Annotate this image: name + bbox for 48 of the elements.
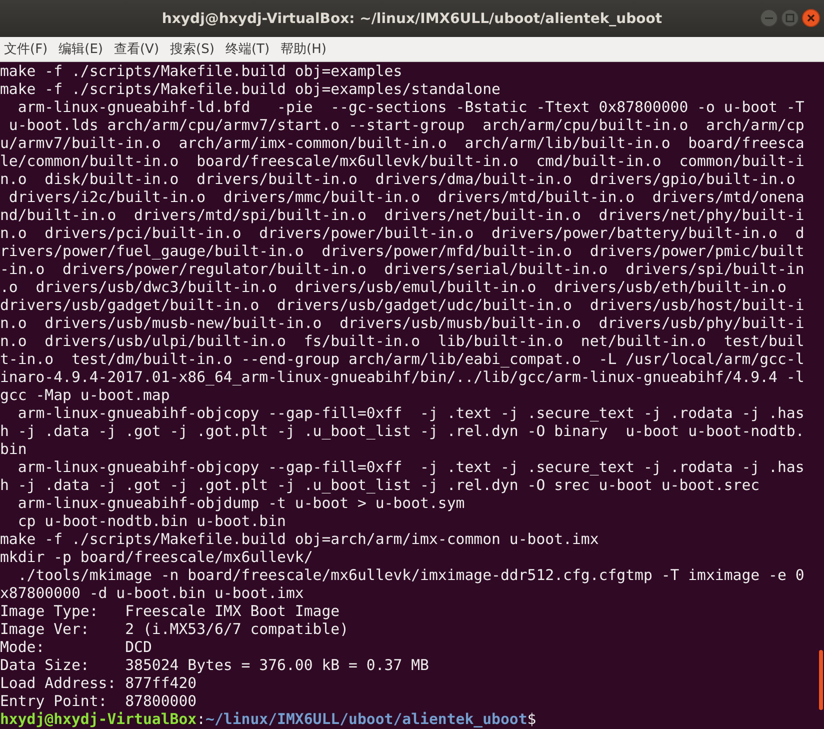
terminal-line: u/armv7/built-in.o arch/arm/imx-common/built-in.o arch/arm/lib/built-in.o board/freesca — [0, 134, 804, 152]
terminal-line: Load Address: 877ff420 — [0, 674, 197, 692]
terminal-line: Mode: DCD — [0, 638, 152, 656]
terminal-line: cp u-boot-nodtb.bin u-boot.bin — [16, 512, 286, 530]
terminal-line: drivers/i2c/built-in.o drivers/mmc/built-in.o drivers/mtd/built-in.o drivers/mtd/onena — [8, 188, 804, 206]
terminal-line: nd/built-in.o drivers/mtd/spi/built-in.o drivers/net/built-in.o drivers/net/phy/built-i — [0, 206, 804, 224]
terminal-line: n.o drivers/usb/musb-new/built-in.o drivers/usb/musb/built-in.o drivers/usb/phy/built-i — [0, 314, 804, 332]
terminal-line: make -f ./scripts/Makefile.build obj=examples/standalone — [0, 80, 500, 98]
terminal-line: Entry Point: 87800000 — [0, 692, 197, 710]
terminal-line: u-boot.lds arch/arm/cpu/armv7/start.o --start-group arch/arm/cpu/built-in.o arch/arm/cp — [8, 116, 804, 134]
terminal-line: gcc -Map u-boot.map — [0, 386, 170, 404]
terminal-line: x87800000 -d u-boot.bin u-boot.imx — [0, 584, 304, 602]
terminal-line: arm-linux-gnueabihf-objdump -t u-boot > u-boot.sym — [16, 494, 465, 512]
menu-item[interactable]: 查看(V) — [114, 40, 160, 58]
terminal-line: drivers/usb/gadget/built-in.o drivers/usb/gadget/udc/built-in.o drivers/usb/host/built-i — [0, 296, 804, 314]
terminal-line: arm-linux-gnueabihf-objcopy --gap-fill=0xff -j .text -j .secure_text -j .rodata -j .has — [16, 458, 804, 476]
minimize-icon[interactable] — [760, 9, 778, 27]
menu-item[interactable]: 文件(F) — [4, 40, 48, 58]
terminal-line: ./tools/mkimage -n board/freescale/mx6ullevk/imximage-ddr512.cfg.cfgtmp -T imximage -e 0 — [16, 566, 804, 584]
terminal-line: rivers/power/fuel_gauge/built-in.o drivers/power/mfd/built-in.o drivers/power/pmic/built — [0, 242, 804, 260]
terminal-line: bin — [0, 440, 27, 458]
window-title: hxydj@hxydj-VirtualBox: ~/linux/IMX6ULL/uboot/alientek_uboot — [162, 10, 662, 26]
terminal-line: .o drivers/usb/dwc3/built-in.o drivers/usb/emul/built-in.o drivers/usb/eth/built-in.o — [0, 278, 786, 296]
menu-item[interactable]: 编辑(E) — [58, 40, 103, 58]
terminal-line: n.o disk/built-in.o drivers/built-in.o drivers/dma/built-in.o drivers/gpio/built-in.o — [0, 170, 796, 188]
terminal-line: h -j .data -j .got -j .got.plt -j .u_boot_list -j .rel.dyn -O srec u-boot u-boot.srec — [0, 476, 760, 494]
terminal-line: t-in.o test/dm/built-in.o --end-group arch/arm/lib/eabi_compat.o -L /usr/local/arm/gcc-l — [0, 350, 804, 368]
menu-item[interactable]: 帮助(H) — [280, 40, 326, 58]
terminal-line: -in.o drivers/power/regulator/built-in.o drivers/serial/built-in.o drivers/spi/built-in — [0, 260, 804, 278]
maximize-icon[interactable] — [781, 9, 799, 27]
terminal-line: mkdir -p board/freescale/mx6ullevk/ — [0, 548, 313, 566]
menu-item[interactable]: 搜索(S) — [170, 40, 214, 58]
terminal-line: n.o drivers/usb/ulpi/built-in.o fs/built-in.o lib/built-in.o net/built-in.o test/buil — [0, 332, 804, 350]
terminal-line: le/common/built-in.o board/freescale/mx6ullevk/built-in.o cmd/built-in.o common/built-i — [0, 152, 804, 170]
terminal-line: arm-linux-gnueabihf-ld.bfd -pie --gc-sections -Bstatic -Ttext 0x87800000 -o u-boot -T — [16, 98, 804, 116]
scrollbar-thumb[interactable] — [819, 650, 823, 710]
terminal-line: h -j .data -j .got -j .got.plt -j .u_boot_list -j .rel.dyn -O binary u-boot u-boot-nodtb. — [0, 422, 804, 440]
terminal-line: Image Type: Freescale IMX Boot Image — [0, 602, 340, 620]
terminal-line: make -f ./scripts/Makefile.build obj=arch/arm/imx-common u-boot.imx — [0, 530, 599, 548]
terminal-line: make -f ./scripts/Makefile.build obj=examples — [0, 62, 402, 80]
terminal-line: inaro-4.9.4-2017.01-x86_64_arm-linux-gnueabihf/bin/../lib/gcc/arm-linux-gnueabihf/4.9.4 -l — [0, 368, 804, 386]
terminal-line: Data Size: 385024 Bytes = 376.00 kB = 0.37 MB — [0, 656, 429, 674]
terminal-line: arm-linux-gnueabihf-objcopy --gap-fill=0xff -j .text -j .secure_text -j .rodata -j .has — [16, 404, 804, 422]
shell-prompt: hxydj@hxydj-VirtualBox:~/linux/IMX6ULL/uboot/alientek_uboot$ — [0, 710, 536, 728]
terminal-line: n.o drivers/pci/built-in.o drivers/power/built-in.o drivers/power/battery/built-in.o d — [0, 224, 804, 242]
terminal-line: Image Ver: 2 (i.MX53/6/7 compatible) — [0, 620, 349, 638]
menu-item[interactable]: 终端(T) — [225, 40, 270, 58]
close-icon[interactable] — [802, 9, 820, 27]
